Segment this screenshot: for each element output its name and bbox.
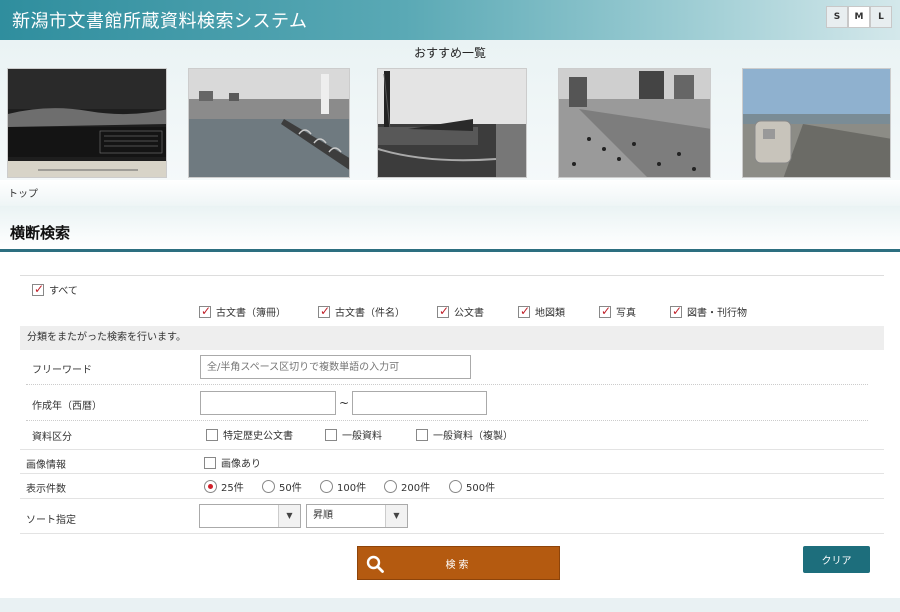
radio-count-25[interactable]: 25件 — [204, 479, 244, 494]
thumbnail-5[interactable] — [742, 68, 891, 178]
thumbnail-1[interactable] — [7, 68, 167, 178]
search-button[interactable]: 検索 — [357, 546, 560, 580]
checkbox-maps-label: 地図類 — [535, 308, 565, 319]
thumbnail-4[interactable] — [558, 68, 711, 178]
row-divider — [20, 533, 884, 534]
chevron-down-icon: ▼ — [278, 505, 300, 527]
checkbox-tokutei-rekishi-box[interactable] — [206, 428, 218, 441]
thumbnail-2[interactable] — [188, 68, 350, 178]
row-divider — [20, 473, 884, 474]
sort-field-select[interactable]: ▼ — [199, 504, 301, 528]
checkbox-kobunsho-box[interactable] — [437, 304, 449, 318]
recommend-section: おすすめ一覧 — [0, 40, 900, 182]
sort-order-select[interactable]: 昇順 ▼ — [306, 504, 408, 528]
radio-count-200-circle[interactable] — [384, 480, 397, 493]
year-from-input[interactable] — [200, 391, 336, 415]
checkbox-has-image[interactable]: 画像あり — [204, 455, 261, 470]
checkbox-has-image-box[interactable] — [204, 456, 216, 469]
cross-search-notice: 分類をまたがった検索を行います。 — [20, 326, 884, 350]
radio-count-500[interactable]: 500件 — [449, 479, 495, 494]
year-range-separator: ~ — [339, 396, 350, 410]
clear-button[interactable]: クリア — [803, 546, 870, 573]
image-info-label: 画像情報 — [26, 460, 66, 471]
checkbox-ippan-copy-box[interactable] — [416, 428, 428, 441]
sort-order-value: 昇順 — [313, 510, 333, 521]
checkbox-maps[interactable]: 地図類 — [518, 304, 565, 319]
doc-type-label: 資料区分 — [32, 432, 72, 443]
checkbox-komonjo-bosatsu[interactable]: 古文書（簿冊） — [199, 304, 286, 319]
radio-count-500-label: 500件 — [466, 483, 496, 494]
display-count-label: 表示件数 — [26, 484, 66, 495]
radio-count-200-label: 200件 — [401, 483, 431, 494]
row-divider — [20, 449, 884, 450]
font-size-large-button[interactable]: L — [870, 6, 892, 28]
checkbox-komonjo-bosatsu-box[interactable] — [199, 304, 211, 318]
radio-count-25-circle[interactable] — [204, 480, 217, 493]
radio-count-50-circle[interactable] — [262, 480, 275, 493]
radio-count-200[interactable]: 200件 — [384, 479, 430, 494]
page-title: 横断検索 — [10, 224, 71, 242]
chevron-down-icon: ▼ — [385, 505, 407, 527]
radio-count-25-label: 25件 — [221, 483, 244, 494]
checkbox-kobunsho-label: 公文書 — [454, 308, 484, 319]
thumbnail-3[interactable] — [377, 68, 527, 178]
checkbox-ippan-copy-label: 一般資料（複製） — [433, 431, 513, 442]
checkbox-ippan-copy[interactable]: 一般資料（複製） — [416, 427, 513, 442]
row-divider — [26, 384, 868, 385]
row-divider — [26, 420, 868, 421]
checkbox-photos[interactable]: 写真 — [599, 304, 636, 319]
year-to-input[interactable] — [352, 391, 487, 415]
radio-count-50-label: 50件 — [279, 483, 302, 494]
font-size-medium-button[interactable]: M — [848, 6, 870, 28]
checkbox-all[interactable]: すべて — [32, 282, 78, 297]
checkbox-all-label: すべて — [49, 286, 78, 297]
radio-count-100-circle[interactable] — [320, 480, 333, 493]
checkbox-maps-box[interactable] — [518, 304, 530, 318]
font-size-small-button[interactable]: S — [826, 6, 848, 28]
footer-band — [0, 598, 900, 612]
section-header: 横断検索 — [0, 206, 900, 252]
checkbox-photos-label: 写真 — [616, 308, 636, 319]
search-icon — [366, 555, 384, 576]
year-label: 作成年（西暦） — [32, 401, 102, 412]
breadcrumb: トップ — [0, 180, 900, 206]
checkbox-books-box[interactable] — [670, 304, 682, 318]
freeword-label: フリーワード — [32, 365, 92, 376]
site-title: 新潟市文書館所蔵資料検索システム — [12, 11, 308, 32]
freeword-input[interactable] — [200, 355, 471, 379]
checkbox-photos-box[interactable] — [599, 304, 611, 318]
radio-count-100-label: 100件 — [337, 483, 367, 494]
radio-count-500-circle[interactable] — [449, 480, 462, 493]
checkbox-komonjo-kenmei-label: 古文書（件名） — [335, 308, 405, 319]
checkbox-ippan-box[interactable] — [325, 428, 337, 441]
checkbox-komonjo-bosatsu-label: 古文書（簿冊） — [216, 308, 286, 319]
checkbox-ippan-label: 一般資料 — [342, 431, 382, 442]
form-top-divider — [20, 275, 884, 276]
checkbox-books-label: 図書・刊行物 — [687, 308, 747, 319]
row-divider — [20, 498, 884, 499]
recommend-title: おすすめ一覧 — [413, 46, 486, 60]
checkbox-ippan[interactable]: 一般資料 — [325, 427, 382, 442]
radio-count-50[interactable]: 50件 — [262, 479, 302, 494]
checkbox-tokutei-rekishi-label: 特定歴史公文書 — [223, 431, 293, 442]
font-size-switcher: S M L — [826, 6, 892, 28]
site-header: 新潟市文書館所蔵資料検索システム S M L — [0, 0, 900, 40]
radio-count-100[interactable]: 100件 — [320, 479, 366, 494]
sort-label: ソート指定 — [26, 515, 76, 526]
search-button-label: 検索 — [445, 559, 472, 571]
checkbox-komonjo-kenmei-box[interactable] — [318, 304, 330, 318]
checkbox-komonjo-kenmei[interactable]: 古文書（件名） — [318, 304, 405, 319]
checkbox-has-image-label: 画像あり — [221, 459, 261, 470]
checkbox-kobunsho[interactable]: 公文書 — [437, 304, 484, 319]
checkbox-tokutei-rekishi[interactable]: 特定歴史公文書 — [206, 427, 293, 442]
breadcrumb-top-link[interactable]: トップ — [8, 185, 38, 200]
checkbox-all-box[interactable] — [32, 282, 44, 296]
checkbox-books[interactable]: 図書・刊行物 — [670, 304, 747, 319]
